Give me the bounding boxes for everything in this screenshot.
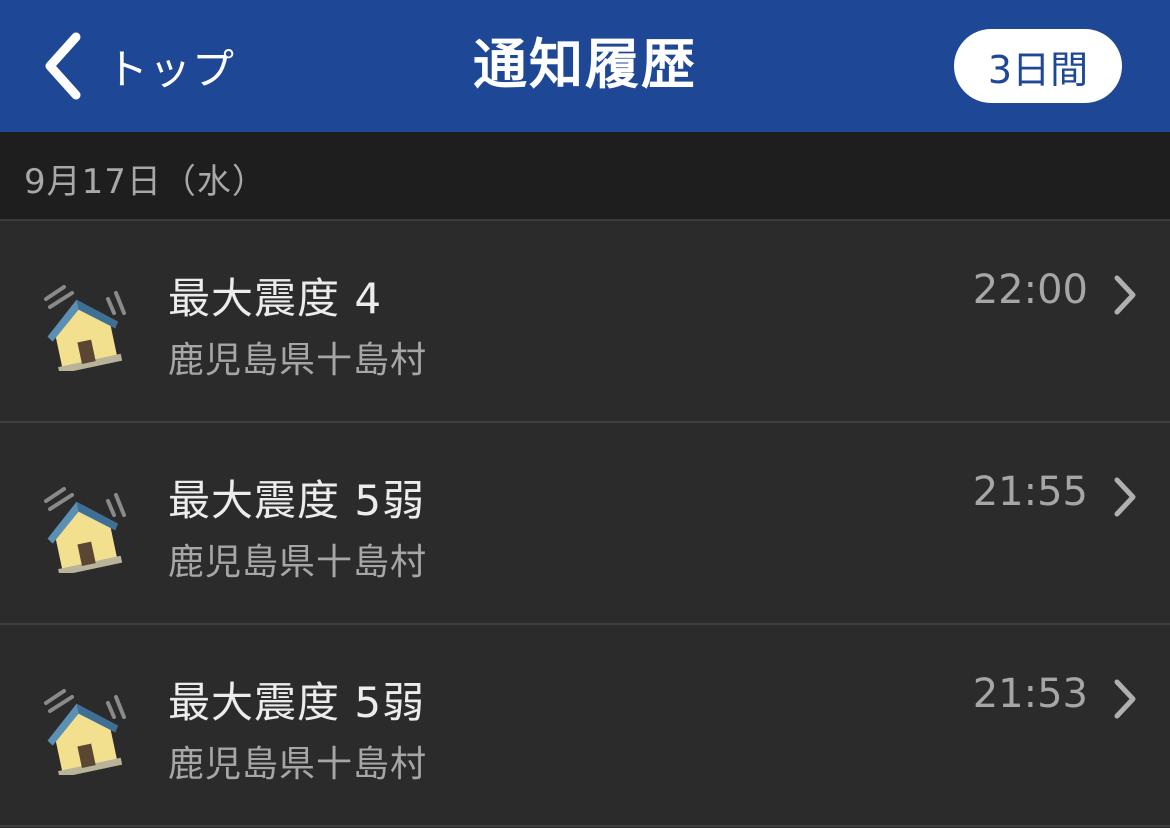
back-label: トップ: [106, 44, 236, 94]
item-time: 21:55: [972, 469, 1088, 515]
chevron-right-icon: [1112, 475, 1138, 523]
item-time: 21:53: [972, 671, 1088, 717]
list-item[interactable]: 最大震度 5弱 鹿児島県十島村 21:55: [0, 423, 1170, 625]
item-location: 鹿児島県十島村: [168, 542, 428, 583]
earthquake-house-icon: [38, 481, 130, 579]
chevron-left-icon: [40, 31, 84, 101]
section-header: 9月17日（水）: [0, 132, 1170, 221]
chevron-right-icon: [1112, 677, 1138, 725]
list-item[interactable]: 最大震度 4 鹿児島県十島村 22:00: [0, 221, 1170, 423]
item-location: 鹿児島県十島村: [168, 340, 428, 381]
back-button[interactable]: トップ: [40, 28, 235, 104]
item-location: 鹿児島県十島村: [168, 744, 428, 785]
item-time: 22:00: [972, 267, 1088, 313]
list-item[interactable]: 最大震度 5弱 鹿児島県十島村 21:53: [0, 625, 1170, 827]
nav-bar: トップ 通知履歴 3日間: [0, 0, 1170, 132]
earthquake-house-icon: [38, 279, 130, 377]
section-date: 9月17日（水）: [24, 162, 267, 202]
chevron-right-icon: [1112, 273, 1138, 321]
range-filter-button[interactable]: 3日間: [954, 29, 1122, 103]
item-title: 最大震度 5弱: [168, 678, 426, 727]
earthquake-house-icon: [38, 683, 130, 781]
item-title: 最大震度 5弱: [168, 476, 426, 525]
item-title: 最大震度 4: [168, 274, 383, 323]
